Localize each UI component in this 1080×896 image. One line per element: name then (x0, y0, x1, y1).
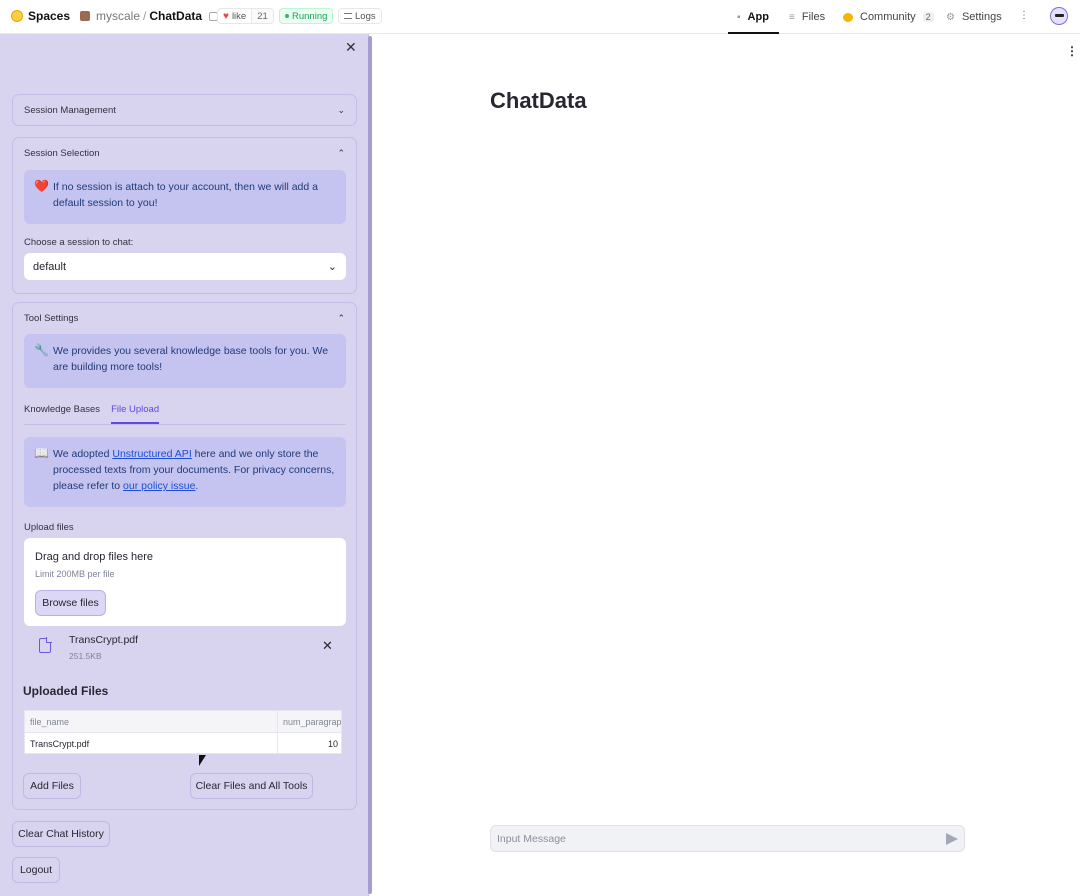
sidebar-scrollbar[interactable] (368, 36, 372, 894)
tab-file-upload[interactable]: File Upload (111, 402, 160, 424)
tab-app-label: App (747, 11, 769, 23)
tool-settings-header[interactable]: Tool Settings ⌃ (13, 303, 356, 333)
close-sidebar-icon[interactable]: ✕ (345, 39, 357, 56)
session-select[interactable]: default ⌄ (24, 253, 346, 280)
chevron-up-icon: ⌃ (337, 147, 345, 158)
book-emoji-icon: 📖 (34, 446, 49, 460)
file-dropzone[interactable]: Drag and drop files here Limit 200MB per… (24, 538, 346, 626)
dropzone-limit: Limit 200MB per file (35, 569, 115, 579)
session-info-alert: ❤️ If no session is attach to your accou… (24, 170, 346, 224)
sidebar: ✕ Session Management ⌄ Session Selection… (0, 34, 369, 896)
breadcrumb: myscale / ChatData (80, 9, 219, 23)
unstructured-api-link[interactable]: Unstructured API (112, 448, 191, 460)
browse-files-button[interactable]: Browse files (35, 590, 106, 616)
tab-divider (24, 424, 346, 425)
choose-session-label: Choose a session to chat: (24, 237, 134, 248)
session-management-expander[interactable]: Session Management ⌄ (12, 94, 357, 126)
breadcrumb-separator: / (143, 9, 147, 23)
clear-files-button[interactable]: Clear Files and All Tools (190, 773, 313, 799)
logout-button[interactable]: Logout (12, 857, 60, 883)
status-badge: Running (279, 8, 334, 24)
tool-info-alert: 🔧 We provides you several knowledge base… (24, 334, 346, 388)
tool-settings-title: Tool Settings (24, 312, 79, 324)
tab-files[interactable]: ≡ Files (789, 0, 825, 34)
session-management-title: Session Management (24, 104, 116, 116)
column-header-num-paragraphs[interactable]: num_paragraphs (278, 711, 341, 732)
table-header-row: file_name num_paragraphs (25, 711, 341, 733)
gear-icon: ⚙ (946, 11, 955, 23)
column-header-file-name[interactable]: file_name (25, 711, 278, 732)
user-avatar[interactable] (1050, 7, 1068, 25)
chevron-down-icon: ⌄ (337, 104, 345, 115)
chat-input-container (490, 825, 965, 852)
add-files-button[interactable]: Add Files (23, 773, 81, 799)
files-icon: ≡ (789, 11, 795, 23)
clear-chat-history-button[interactable]: Clear Chat History (12, 821, 110, 847)
owner-link[interactable]: myscale (96, 9, 140, 23)
like-label: like (231, 10, 247, 22)
org-avatar-icon (80, 11, 90, 21)
community-count-badge: 2 (922, 12, 934, 22)
uploaded-files-table[interactable]: file_name num_paragraphs TransCrypt.pdf … (24, 710, 342, 754)
spaces-link[interactable]: Spaces (11, 9, 70, 23)
session-selection-header[interactable]: Session Selection ⌃ (13, 138, 356, 168)
send-icon[interactable] (946, 833, 958, 845)
heart-icon: ♥ (223, 10, 229, 22)
dropzone-title: Drag and drop files here (35, 551, 154, 563)
main-menu-icon[interactable]: ⋮ (1066, 44, 1078, 58)
session-info-text: If no session is attach to your account,… (53, 181, 318, 209)
tab-community[interactable]: Community 2 (843, 0, 934, 34)
uploaded-file-size: 251.5KB (69, 651, 102, 661)
uploaded-file-item: TransCrypt.pdf 251.5KB ✕ (24, 634, 340, 664)
status-dot-icon (285, 14, 289, 18)
chevron-down-icon: ⌄ (327, 261, 337, 273)
table-cell-file-name[interactable]: TransCrypt.pdf (25, 733, 278, 753)
session-select-value: default (33, 260, 67, 273)
upload-files-label: Upload files (24, 522, 74, 533)
like-button[interactable]: ♥ like 21 (217, 8, 274, 24)
tab-settings-label: Settings (961, 11, 1002, 23)
app-icon: ▪ (737, 11, 741, 23)
chat-input[interactable] (491, 826, 931, 851)
hugging-face-logo-icon (11, 10, 23, 22)
session-selection-title: Session Selection (24, 147, 100, 159)
tool-tabs: Knowledge Bases File Upload (24, 402, 160, 424)
like-count: 21 (251, 9, 273, 23)
community-icon (843, 12, 853, 22)
session-selection-expander: Session Selection ⌃ ❤️ If no session is … (12, 137, 357, 294)
top-bar: Spaces myscale / ChatData ♥ like 21 Runni… (0, 0, 1080, 34)
remove-file-icon[interactable]: ✕ (322, 638, 333, 654)
repo-link[interactable]: ChatData (149, 9, 202, 23)
policy-issue-link[interactable]: our policy issue (123, 480, 195, 492)
uploaded-files-heading: Uploaded Files (23, 684, 109, 698)
tab-files-label: Files (801, 11, 826, 23)
file-icon (39, 637, 52, 653)
chevron-up-icon: ⌃ (337, 312, 345, 323)
tab-app[interactable]: ▪ App (728, 0, 779, 34)
wrench-emoji-icon: 🔧 (34, 343, 49, 357)
heart-emoji-icon: ❤️ (34, 179, 49, 193)
spaces-label: Spaces (28, 9, 71, 23)
logs-label: Logs (355, 10, 376, 22)
upload-info-prefix: We adopted (53, 448, 113, 460)
tool-info-text: We provides you several knowledge base t… (53, 345, 329, 373)
upload-info-alert: 📖 We adopted Unstructured API here and w… (24, 437, 346, 507)
status-text: Running (292, 10, 328, 22)
table-cell-num-paragraphs[interactable]: 10 (278, 733, 341, 753)
tab-knowledge-bases[interactable]: Knowledge Bases (24, 402, 100, 424)
uploaded-file-name: TransCrypt.pdf (69, 634, 139, 646)
table-row: TransCrypt.pdf 10 (25, 733, 341, 753)
logs-icon (344, 13, 352, 19)
page-title: ChatData (490, 88, 587, 113)
tab-community-label: Community (860, 11, 916, 23)
upload-info-suffix: . (195, 480, 199, 492)
more-options-icon[interactable]: ⋮ (1019, 10, 1029, 21)
tab-settings[interactable]: ⚙ Settings (946, 0, 1002, 34)
logs-button[interactable]: Logs (338, 8, 382, 24)
